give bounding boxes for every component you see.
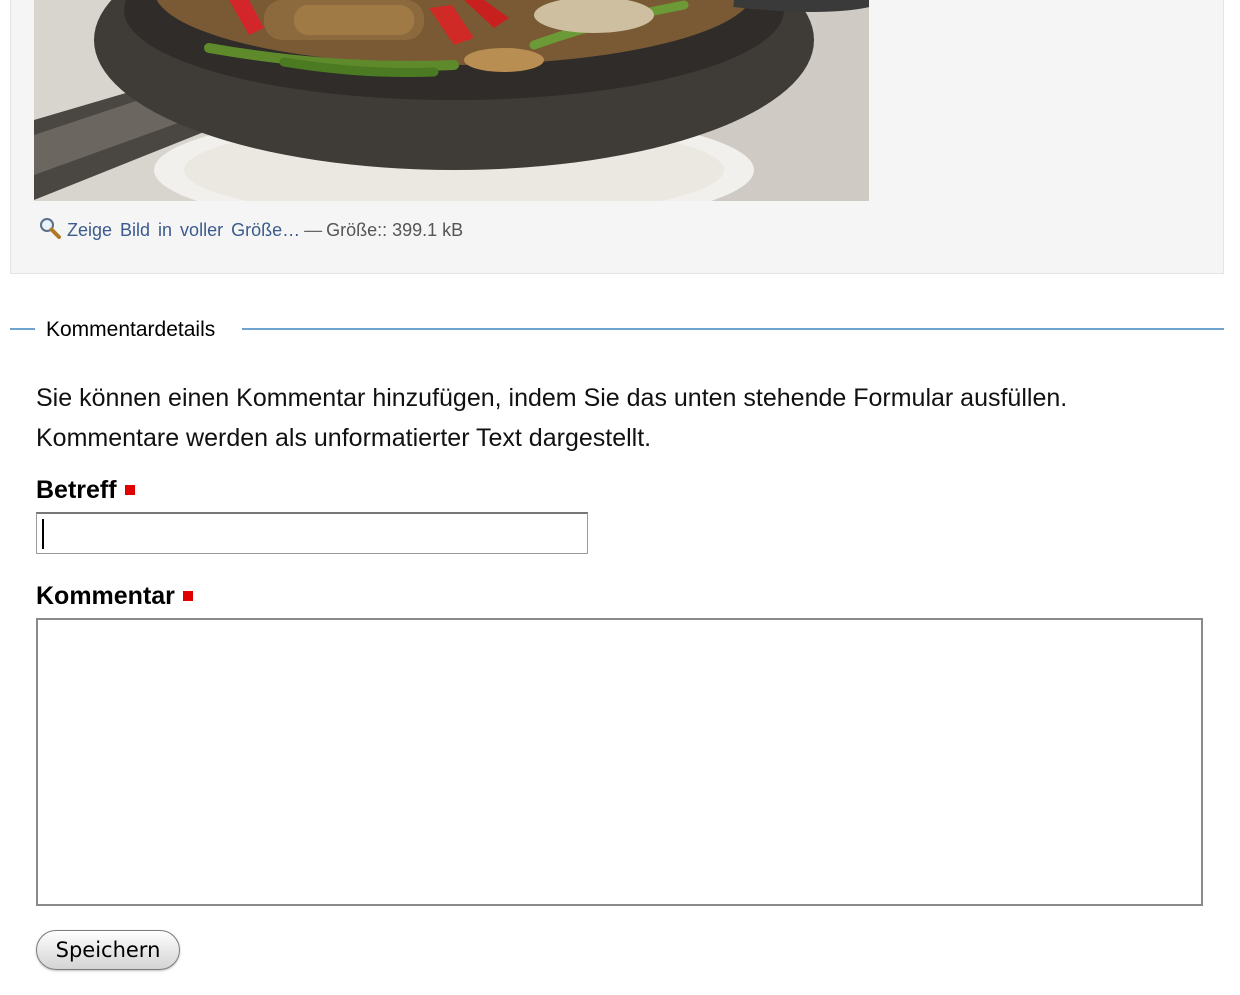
- caption-separator: —: [304, 220, 323, 240]
- image-caption: Zeige Bild in voller Größe… — Größe:: 399.…: [39, 217, 463, 241]
- image-preview-box: Zeige Bild in voller Größe… — Größe:: 399.…: [10, 0, 1224, 274]
- dish-photo-graphic: [34, 0, 869, 201]
- comment-textarea[interactable]: [36, 618, 1203, 906]
- comment-details-legend: Kommentardetails: [46, 318, 216, 341]
- required-marker: [182, 591, 193, 601]
- comment-help-text: Sie können einen Kommentar hinzufügen, i…: [36, 384, 1068, 452]
- legend-line-left: [10, 328, 35, 330]
- comment-label-text: Kommentar: [36, 582, 175, 610]
- legend-line-right: [242, 328, 1224, 330]
- subject-label: Betreff: [36, 476, 135, 505]
- save-button[interactable]: Speichern: [36, 930, 180, 970]
- required-marker: [124, 485, 135, 495]
- text-caret: [42, 519, 44, 549]
- magnifier-icon: [40, 218, 61, 239]
- comment-label: Kommentar: [36, 582, 193, 611]
- full-size-image-link[interactable]: Zeige Bild in voller Größe…: [67, 220, 300, 240]
- image-size-text: Größe:: 399.1 kB: [326, 220, 464, 240]
- subject-label-text: Betreff: [36, 476, 117, 504]
- subject-input[interactable]: [36, 512, 588, 554]
- dish-photo[interactable]: [34, 0, 869, 201]
